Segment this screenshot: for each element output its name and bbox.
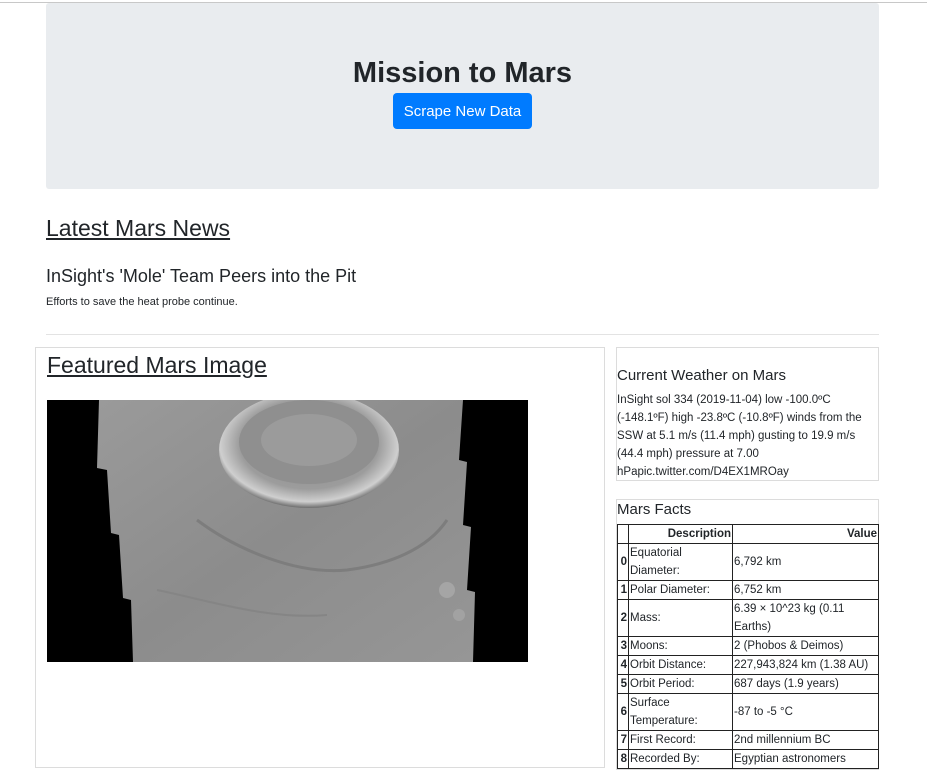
row-value: Egyptian astronomers [732,749,879,769]
header-jumbotron: Mission to Mars Scrape New Data [46,3,879,189]
featured-image-card: Featured Mars Image [35,347,605,768]
table-row: 4 Orbit Distance: 227,943,824 km (1.38 A… [617,655,879,675]
header-description: Description [628,524,733,544]
news-teaser: Efforts to save the heat probe continue. [46,296,238,308]
row-index: 1 [617,580,629,600]
row-index: 5 [617,674,629,694]
table-row: 1 Polar Diameter: 6,752 km [617,580,879,600]
table-row: 6 Surface Temperature: -87 to -5 °C [617,693,879,731]
row-value: 6,752 km [732,580,879,600]
row-description: Recorded By: [628,749,733,769]
row-index: 2 [617,599,629,637]
scrape-new-data-button[interactable]: Scrape New Data [393,93,532,129]
weather-title: Current Weather on Mars [617,367,786,384]
featured-image-title: Featured Mars Image [47,352,267,378]
news-section-title: Latest Mars News [46,215,231,241]
row-value: 687 days (1.9 years) [732,674,879,694]
table-row: 0 Equatorial Diameter: 6,792 km [617,543,879,581]
row-description: Equatorial Diameter: [628,543,733,581]
row-description: Surface Temperature: [628,693,733,731]
row-description: Moons: [628,636,733,656]
row-value: -87 to -5 °C [732,693,879,731]
row-index: 4 [617,655,629,675]
row-description: Orbit Distance: [628,655,733,675]
weather-text: InSight sol 334 (2019-11-04) low -100.0º… [617,394,862,478]
row-value: 6,792 km [732,543,879,581]
row-value: 227,943,824 km (1.38 AU) [732,655,879,675]
row-index: 7 [617,730,629,750]
facts-title: Mars Facts [617,501,692,518]
row-description: Orbit Period: [628,674,733,694]
row-index: 0 [617,543,629,581]
row-description: Mass: [628,599,733,637]
table-row: 7 First Record: 2nd millennium BC [617,730,879,750]
table-row: 3 Moons: 2 (Phobos & Deimos) [617,636,879,656]
featured-mars-image [47,400,528,662]
header-value: Value [732,524,879,544]
facts-card: Mars Facts Description Value 0 Equatoria… [616,499,879,770]
row-index: 6 [617,693,629,731]
table-row: 2 Mass: 6.39 × 10^23 kg (0.11 Earths) [617,599,879,637]
header-index [617,524,629,544]
row-description: Polar Diameter: [628,580,733,600]
row-value: 6.39 × 10^23 kg (0.11 Earths) [732,599,879,637]
page-title: Mission to Mars [352,57,573,89]
weather-card: Current Weather on Mars InSight sol 334 … [616,347,879,481]
table-row: 5 Orbit Period: 687 days (1.9 years) [617,674,879,694]
news-headline: InSight's 'Mole' Team Peers into the Pit [46,266,357,286]
table-row: 8 Recorded By: Egyptian astronomers [617,749,879,769]
section-divider [46,334,879,335]
table-header-row: Description Value [617,524,879,544]
row-value: 2nd millennium BC [732,730,879,750]
row-value: 2 (Phobos & Deimos) [732,636,879,656]
row-index: 8 [617,749,629,769]
mars-facts-table: Description Value 0 Equatorial Diameter:… [617,524,879,769]
row-index: 3 [617,636,629,656]
row-description: First Record: [628,730,733,750]
